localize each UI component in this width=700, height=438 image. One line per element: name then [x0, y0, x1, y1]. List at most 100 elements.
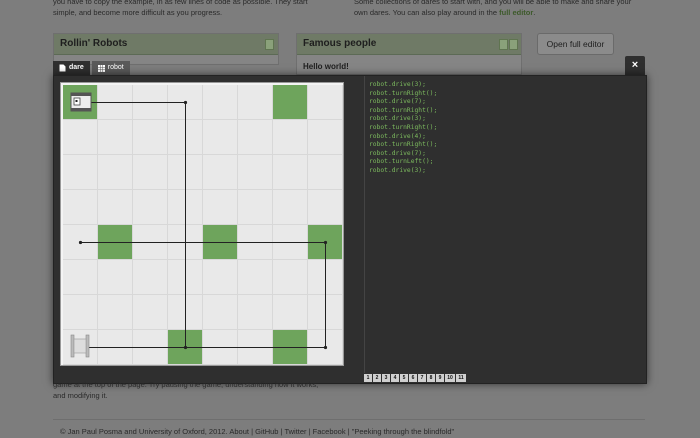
footer-link-twitter[interactable]: Twitter: [284, 427, 306, 436]
step-page-button[interactable]: 9: [436, 374, 444, 382]
board-cell: [238, 85, 273, 120]
famous-people-panel: Famous people Hello world!: [296, 33, 522, 75]
goal-cell: [273, 85, 308, 120]
board-cell: [133, 85, 168, 120]
below-text: game at the top of the page. Try pausing…: [53, 379, 323, 401]
board-cell: [98, 330, 133, 365]
board-cell: [133, 190, 168, 225]
board-cell: [168, 120, 203, 155]
step-page-button[interactable]: 1: [364, 374, 372, 382]
modal-divider: [364, 76, 365, 373]
close-button[interactable]: ×: [625, 56, 645, 75]
full-editor-link[interactable]: full editor: [499, 8, 533, 17]
step-page-button[interactable]: 2: [373, 374, 381, 382]
board-cell: [238, 120, 273, 155]
step-page-button[interactable]: 10: [445, 374, 455, 382]
footer-link-github[interactable]: GitHub: [255, 427, 278, 436]
board-grid: [63, 85, 343, 365]
panel-header: Rollin' Robots: [54, 34, 278, 55]
panel-expand-icon[interactable]: [509, 39, 518, 50]
document-icon: [59, 64, 66, 72]
intro-right-prefix: Some collections of dares to start with,…: [354, 0, 632, 17]
board-cell: [63, 120, 98, 155]
board-cell: [63, 260, 98, 295]
footer-divider: [53, 419, 645, 420]
modal-tabs: dare robot: [53, 61, 130, 75]
tab-dare[interactable]: dare: [53, 61, 90, 75]
board-cell: [168, 225, 203, 260]
code-line[interactable]: robot.drive(3);: [369, 167, 437, 176]
board-cell: [133, 120, 168, 155]
board-cell: [273, 120, 308, 155]
code-line[interactable]: robot.drive(3);: [369, 115, 437, 124]
code-line[interactable]: robot.drive(3);: [369, 81, 437, 90]
board-cell: [238, 295, 273, 330]
panel-title: Rollin' Robots: [60, 38, 128, 49]
goal-cell: [98, 225, 133, 260]
tab-label: robot: [107, 64, 124, 71]
code-line[interactable]: robot.drive(7);: [369, 98, 437, 107]
goal-cell: [168, 330, 203, 365]
code-line[interactable]: robot.turnLeft();: [369, 158, 437, 167]
board-cell: [273, 155, 308, 190]
code-line[interactable]: robot.turnRight();: [369, 90, 437, 99]
panel-toggle-icon[interactable]: [265, 39, 274, 50]
board-cell: [238, 260, 273, 295]
tab-robot[interactable]: robot: [91, 61, 130, 75]
board-cell: [63, 155, 98, 190]
board-cell: [98, 120, 133, 155]
step-page-button[interactable]: 11: [456, 374, 466, 382]
step-page-button[interactable]: 5: [400, 374, 408, 382]
code-editor[interactable]: robot.drive(3); robot.turnRight(); robot.d…: [369, 81, 437, 176]
step-page-button[interactable]: 7: [418, 374, 426, 382]
board-cell: [273, 260, 308, 295]
goal-cell: [203, 225, 238, 260]
board-cell: [168, 260, 203, 295]
intro-right-suffix: .: [533, 8, 536, 17]
step-page-button[interactable]: 6: [409, 374, 417, 382]
footer: © Jan Paul Posma and University of Oxfor…: [60, 427, 455, 436]
board-cell: [168, 85, 203, 120]
footer-link-blindfold[interactable]: "Peeking through the blindfold": [352, 427, 454, 436]
board-cell: [133, 295, 168, 330]
code-line[interactable]: robot.turnRight();: [369, 107, 437, 116]
footer-link-about[interactable]: About: [229, 427, 249, 436]
step-page-button[interactable]: 4: [391, 374, 399, 382]
footer-link-facebook[interactable]: Facebook: [313, 427, 346, 436]
board-cell: [308, 260, 343, 295]
board-cell: [238, 330, 273, 365]
code-line[interactable]: robot.turnRight();: [369, 124, 437, 133]
board-cell: [203, 155, 238, 190]
intro-text-right: Some collections of dares to start with,…: [354, 0, 644, 18]
board-cell: [203, 295, 238, 330]
board-cell: [133, 330, 168, 365]
board-cell: [133, 155, 168, 190]
board-cell: [203, 120, 238, 155]
code-line[interactable]: robot.turnRight();: [369, 141, 437, 150]
board-cell: [238, 155, 273, 190]
board-cell: [133, 225, 168, 260]
board-cell: [273, 295, 308, 330]
code-line[interactable]: robot.drive(4);: [369, 133, 437, 142]
board-cell: [308, 155, 343, 190]
goal-cell: [308, 225, 343, 260]
board-cell: [133, 260, 168, 295]
panel-header: Famous people: [297, 34, 521, 55]
code-line[interactable]: robot.drive(7);: [369, 150, 437, 159]
robot-board[interactable]: [60, 82, 344, 366]
board-cell: [63, 330, 98, 365]
intro-left-text: you have to copy the example, in as few …: [53, 0, 308, 17]
open-full-editor-button[interactable]: Open full editor: [537, 33, 614, 55]
board-cell: [273, 190, 308, 225]
board-cell: [308, 190, 343, 225]
board-cell: [63, 190, 98, 225]
board-cell: [98, 295, 133, 330]
step-page-button[interactable]: 3: [382, 374, 390, 382]
grid-icon: [97, 64, 105, 72]
panel-toggle-icon[interactable]: [499, 39, 508, 50]
board-cell: [238, 190, 273, 225]
board-cell: [63, 295, 98, 330]
board-cell: [98, 155, 133, 190]
step-page-button[interactable]: 8: [427, 374, 435, 382]
panel-text: Hello world!: [303, 62, 349, 71]
